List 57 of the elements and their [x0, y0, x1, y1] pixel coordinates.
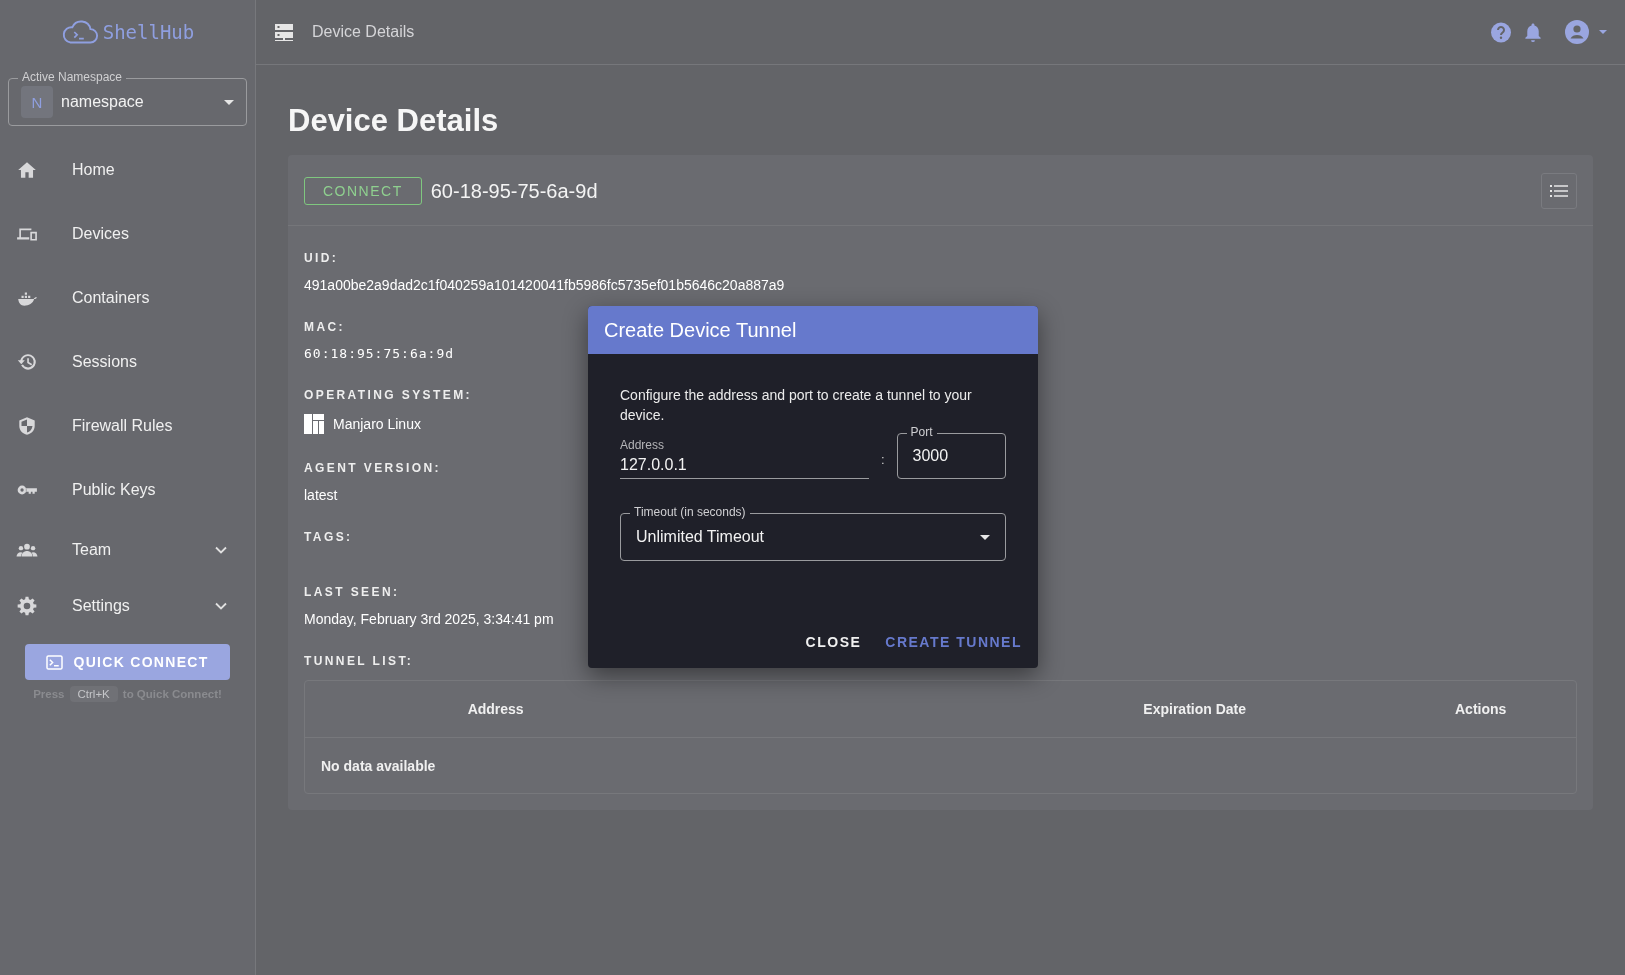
field-label: AGENT VERSION: — [304, 461, 441, 475]
terminal-icon — [46, 654, 64, 670]
create-tunnel-button[interactable]: CREATE TUNNEL — [877, 626, 1030, 658]
shield-icon — [16, 415, 38, 437]
separator: : — [880, 452, 885, 467]
user-avatar-icon — [1565, 20, 1589, 44]
server-icon — [274, 22, 294, 42]
nav-item[interactable]: Public Keys — [0, 458, 255, 522]
connect-button[interactable]: CONNECT — [304, 177, 422, 205]
keyboard-shortcut: Ctrl+K — [69, 686, 118, 702]
field-value: Manjaro Linux — [333, 416, 421, 432]
field-label: MAC: — [304, 320, 345, 334]
nav-item[interactable]: Firewall Rules — [0, 394, 255, 458]
nav-item[interactable]: Sessions — [0, 330, 255, 394]
device-name: 60-18-95-75-6a-9d — [430, 179, 598, 203]
distro-logo-icon — [304, 414, 324, 434]
dropdown-caret-icon — [1599, 30, 1607, 34]
address-field[interactable]: Address 127.0.0.1 — [620, 438, 869, 479]
menu-button[interactable] — [1541, 173, 1577, 209]
nav-item[interactable]: Settings — [0, 578, 255, 634]
page-breadcrumb: Device Details — [312, 23, 415, 41]
nav-item[interactable]: Devices — [0, 202, 255, 266]
chevron-down-icon — [215, 546, 227, 554]
history-icon — [16, 351, 38, 373]
namespace-value: namespace — [61, 93, 145, 111]
nav-item[interactable]: Home — [0, 138, 255, 202]
dialog-text: Configure the address and port to create a tunnel to your device. — [620, 386, 973, 425]
nav-item[interactable]: Containers — [0, 266, 255, 330]
field-label: UID: — [304, 251, 339, 265]
logo-text: ShellHub — [102, 21, 195, 43]
column-header: Actions — [1454, 701, 1508, 717]
field-label: TAGS: — [304, 530, 353, 544]
dialog-title: Create Device Tunnel — [588, 306, 1038, 354]
empty-message: No data available — [320, 756, 437, 776]
bell-icon[interactable] — [1523, 21, 1543, 43]
list-icon — [1550, 184, 1568, 198]
field-label: LAST SEEN: — [304, 585, 400, 599]
namespace-label: Active Namespace — [18, 70, 127, 85]
field-label: OPERATING SYSTEM: — [304, 388, 472, 402]
chevron-down-icon — [215, 602, 227, 610]
account-menu[interactable] — [1565, 20, 1607, 44]
nav-item[interactable]: Team — [0, 522, 255, 578]
column-header: Expiration Date — [1142, 701, 1248, 717]
help-icon[interactable] — [1491, 21, 1511, 43]
gear-icon — [16, 595, 38, 617]
field-value: 491a00be2a9dad2c1f040259a101420041fb5986fc5735ef01b5646c20a887a9 — [304, 277, 786, 293]
column-header: Address — [466, 701, 525, 717]
field-value: 60:18:95:75:6a:9d — [304, 346, 456, 361]
close-button[interactable]: CLOSE — [797, 626, 870, 658]
namespace-avatar: N — [21, 86, 53, 118]
field-value: latest — [304, 487, 339, 503]
field-value: Monday, February 3rd 2025, 3:34:41 pm — [304, 611, 555, 627]
page-title: Device Details — [288, 103, 500, 139]
cloud-logo-icon — [60, 19, 99, 45]
dropdown-caret-icon — [980, 534, 990, 540]
field-label: TUNNEL LIST: — [304, 654, 414, 668]
dropdown-caret-icon — [224, 99, 234, 105]
